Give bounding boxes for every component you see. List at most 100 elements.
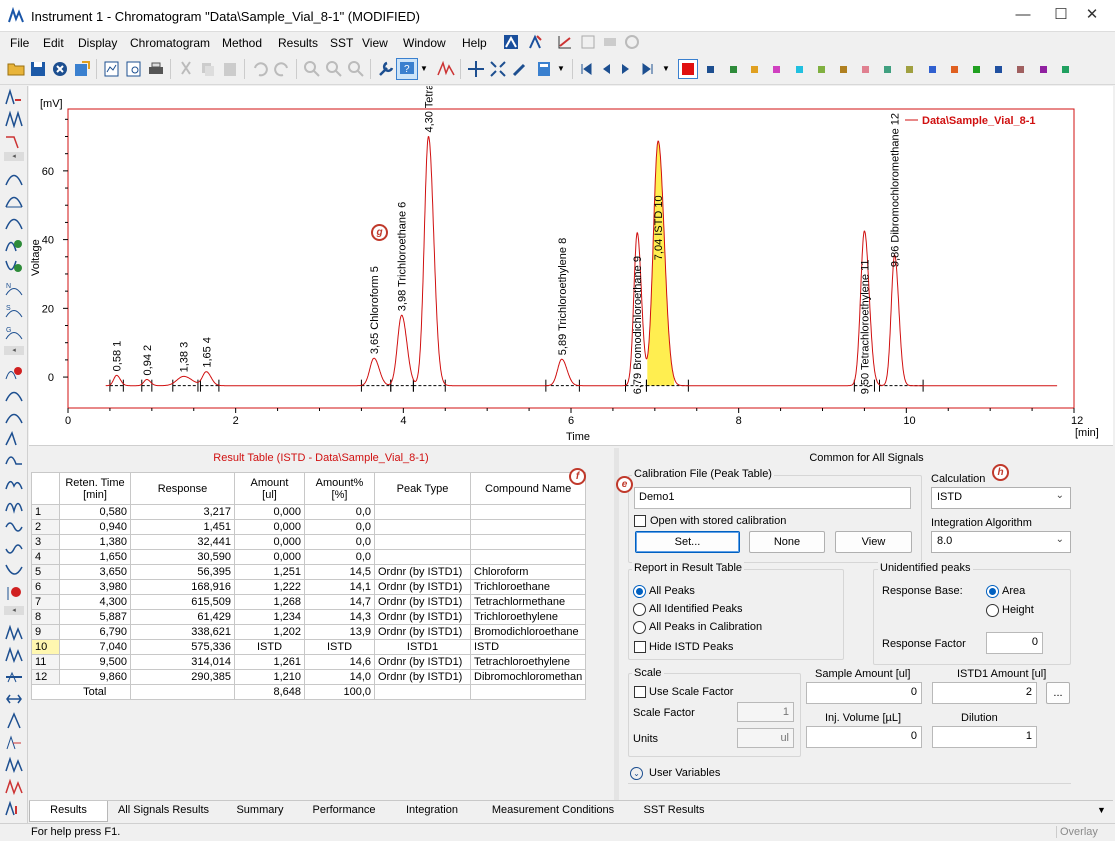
table-cell[interactable]: 14,0 (304, 669, 375, 685)
table-cell[interactable] (374, 549, 471, 565)
previous-chromatogram-icon[interactable] (596, 59, 616, 79)
menu-view[interactable]: View (362, 36, 388, 50)
response-factor-input[interactable]: 0 (986, 632, 1043, 654)
table-cell[interactable]: 1,202 (234, 624, 305, 640)
scale-factor-input[interactable]: 1 (737, 702, 794, 722)
menu-method[interactable]: Method (222, 36, 262, 50)
peak-width-icon[interactable] (5, 646, 23, 664)
tab-all-signals-results[interactable]: All Signals Results (109, 801, 218, 822)
table-row[interactable]: 1 0,580 3,217 0,000 0,0 (31, 504, 587, 520)
table-cell[interactable]: 0,940 (59, 519, 131, 535)
threshold-icon[interactable] (5, 668, 23, 686)
all-peaks-radio[interactable] (633, 585, 646, 598)
cut-icon[interactable] (176, 59, 196, 79)
istd-amount-more-button[interactable]: ... (1046, 682, 1070, 704)
sample-amount-input[interactable]: 0 (806, 682, 922, 704)
report-icon[interactable] (580, 34, 596, 50)
help-mode-button[interactable]: ? (396, 58, 418, 80)
paste-icon[interactable] (220, 59, 240, 79)
slope-icon[interactable]: S (5, 302, 23, 320)
merge-peaks-icon[interactable] (5, 496, 23, 514)
color-teal[interactable] (884, 66, 891, 73)
user-variables-expander[interactable]: ⌄ User Variables (628, 766, 1071, 784)
color-navy[interactable] (707, 66, 714, 73)
tab-performance[interactable]: Performance (303, 801, 385, 822)
color-dark-orange[interactable] (951, 66, 958, 73)
table-cell[interactable]: 5 (31, 564, 60, 580)
table-cell[interactable]: 1,222 (234, 579, 305, 595)
peak-start-icon[interactable] (5, 386, 23, 404)
hide-istd-peaks-checkbox[interactable] (634, 641, 646, 653)
collapse-arrow-icon[interactable]: ◂ (4, 606, 24, 615)
split-peak-icon[interactable] (5, 110, 23, 128)
instrument-icon[interactable] (503, 34, 519, 50)
table-cell[interactable]: 575,336 (130, 639, 235, 655)
col-header-reten-time[interactable]: Reten. Time [min] (59, 472, 131, 505)
panel-splitter[interactable] (614, 448, 619, 800)
wave-icon[interactable] (5, 518, 23, 536)
area-radio[interactable] (986, 585, 999, 598)
all-identified-peaks-radio[interactable] (633, 603, 646, 616)
color-olive[interactable] (906, 66, 913, 73)
add-peak-icon[interactable] (5, 236, 23, 254)
table-cell[interactable]: 30,590 (130, 549, 235, 565)
table-cell[interactable] (374, 534, 471, 550)
peak-end-icon[interactable] (5, 408, 23, 426)
color-bright-green[interactable] (973, 66, 980, 73)
set-calibration-button[interactable]: Set... (635, 531, 740, 553)
lock-baseline-icon[interactable] (5, 214, 23, 232)
valley-icon[interactable] (5, 192, 23, 210)
height-radio[interactable] (986, 604, 999, 617)
table-row[interactable]: 10 7,040 575,336 ISTD ISTD ISTD1 ISTD (31, 639, 587, 655)
menu-help[interactable]: Help (462, 36, 487, 50)
open-folder-icon[interactable] (6, 59, 26, 79)
chevron-down-icon[interactable]: ▼ (420, 64, 428, 73)
table-cell[interactable]: 32,441 (130, 534, 235, 550)
tab-summary[interactable]: Summary (225, 801, 295, 822)
ref-peak-icon[interactable] (5, 778, 23, 796)
print-icon[interactable] (146, 59, 166, 79)
shift-icon[interactable] (5, 690, 23, 708)
table-cell[interactable]: 0,000 (234, 504, 305, 520)
table-row[interactable]: 7 4,300 615,509 1,268 14,7 Ordnr (by ISTD1) Te… (31, 594, 587, 610)
table-cell[interactable]: 3 (31, 534, 60, 550)
table-cell[interactable]: 7 (31, 594, 60, 610)
calculator-icon[interactable] (534, 59, 554, 79)
table-cell[interactable]: 0,000 (234, 549, 305, 565)
table-cell[interactable]: 3,217 (130, 504, 235, 520)
method-icon[interactable] (527, 34, 543, 50)
single-peak-icon[interactable] (5, 712, 23, 730)
open-stored-calibration-checkbox[interactable] (634, 515, 646, 527)
device-icon[interactable] (602, 34, 618, 50)
table-cell[interactable]: 14,1 (304, 579, 375, 595)
chromatogram-chart[interactable]: [mV] Voltage Time [min] Data\Sample_Vial… (29, 8, 1113, 446)
table-cell[interactable]: 1,451 (130, 519, 235, 535)
table-cell[interactable]: Chloroform (469, 564, 587, 580)
color-dark-blue[interactable] (995, 66, 1002, 73)
table-row[interactable]: 2 0,940 1,451 0,000 0,0 (31, 519, 587, 535)
add-negative-peak-icon[interactable] (5, 258, 23, 276)
table-row[interactable]: 8 5,887 61,429 1,234 14,3 Ordnr (by ISTD1) Tri… (31, 609, 587, 625)
chevron-down-icon[interactable]: ▼ (662, 64, 670, 73)
menu-chromatogram[interactable]: Chromatogram (130, 36, 210, 50)
table-cell[interactable]: 0,0 (304, 549, 375, 565)
table-row[interactable]: 5 3,650 56,395 1,251 14,5 Ordnr (by ISTD1) Chl… (31, 564, 587, 580)
table-row[interactable]: 9 6,790 338,621 1,202 13,9 Ordnr (by ISTD1) Br… (31, 624, 587, 640)
table-cell[interactable] (469, 549, 587, 565)
color-green[interactable] (730, 66, 737, 73)
table-cell[interactable]: Ordnr (by ISTD1) (374, 564, 471, 580)
col-header-response[interactable]: Response (130, 472, 235, 505)
color-sea-green[interactable] (1062, 66, 1069, 73)
table-cell[interactable]: 14,3 (304, 609, 375, 625)
color-brown[interactable] (840, 66, 847, 73)
table-cell[interactable]: 168,916 (130, 579, 235, 595)
chevron-down-icon[interactable]: ▼ (557, 64, 565, 73)
table-row[interactable]: 3 1,380 32,441 0,000 0,0 (31, 534, 587, 550)
all-peaks-in-calibration-radio[interactable] (633, 621, 646, 634)
color-magenta[interactable] (773, 66, 780, 73)
table-cell[interactable]: Ordnr (by ISTD1) (374, 609, 471, 625)
units-input[interactable]: ul (737, 728, 794, 748)
tabs-dropdown-icon[interactable]: ▼ (1097, 805, 1106, 815)
none-calibration-button[interactable]: None (749, 531, 825, 553)
calculation-select[interactable]: ISTD ⌄ (931, 487, 1071, 509)
